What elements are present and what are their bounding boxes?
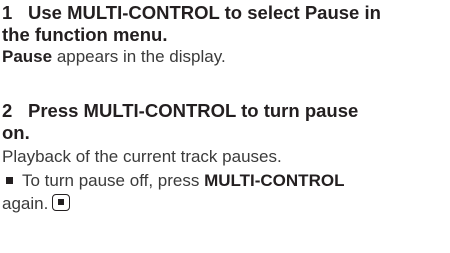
step2-title-line1: Press MULTI-CONTROL to turn pause xyxy=(28,100,359,121)
note-line-continued: again. xyxy=(2,193,71,215)
step1-desc-rest: appears in the display. xyxy=(52,47,226,66)
step2-number: 2 xyxy=(2,100,13,121)
note-bold: MULTI-CONTROL xyxy=(204,171,345,190)
note-prefix: To turn pause off, press xyxy=(22,171,205,190)
step2-desc-text: Playback of the current track pauses. xyxy=(2,147,282,166)
step1-title-line2: the function menu. xyxy=(2,24,168,45)
step1-number: 1 xyxy=(2,2,13,23)
step2-heading-continued: on. xyxy=(2,122,30,144)
note-line2-text: again. xyxy=(2,194,49,213)
step1-heading-continued: the function menu. xyxy=(2,24,167,46)
step1-heading: 1 Use MULTI-CONTROL to select Pause in xyxy=(2,2,381,24)
bullet-square-icon xyxy=(6,177,13,185)
step2-description: Playback of the current track pauses. xyxy=(2,146,282,168)
step2-heading: 2 Press MULTI-CONTROL to turn pause xyxy=(2,100,358,122)
instruction-page: 1 Use MULTI-CONTROL to select Pause in th… xyxy=(0,0,450,253)
step1-title-line1: Use MULTI-CONTROL to select Pause in xyxy=(28,2,381,23)
note-line: To turn pause off, press MULTI-CONTROL xyxy=(2,170,344,192)
step2-title-line2: on. xyxy=(2,122,30,143)
end-square-icon xyxy=(52,194,71,211)
step1-description: Pause appears in the display. xyxy=(2,46,226,68)
step1-desc-bold: Pause xyxy=(2,47,53,66)
